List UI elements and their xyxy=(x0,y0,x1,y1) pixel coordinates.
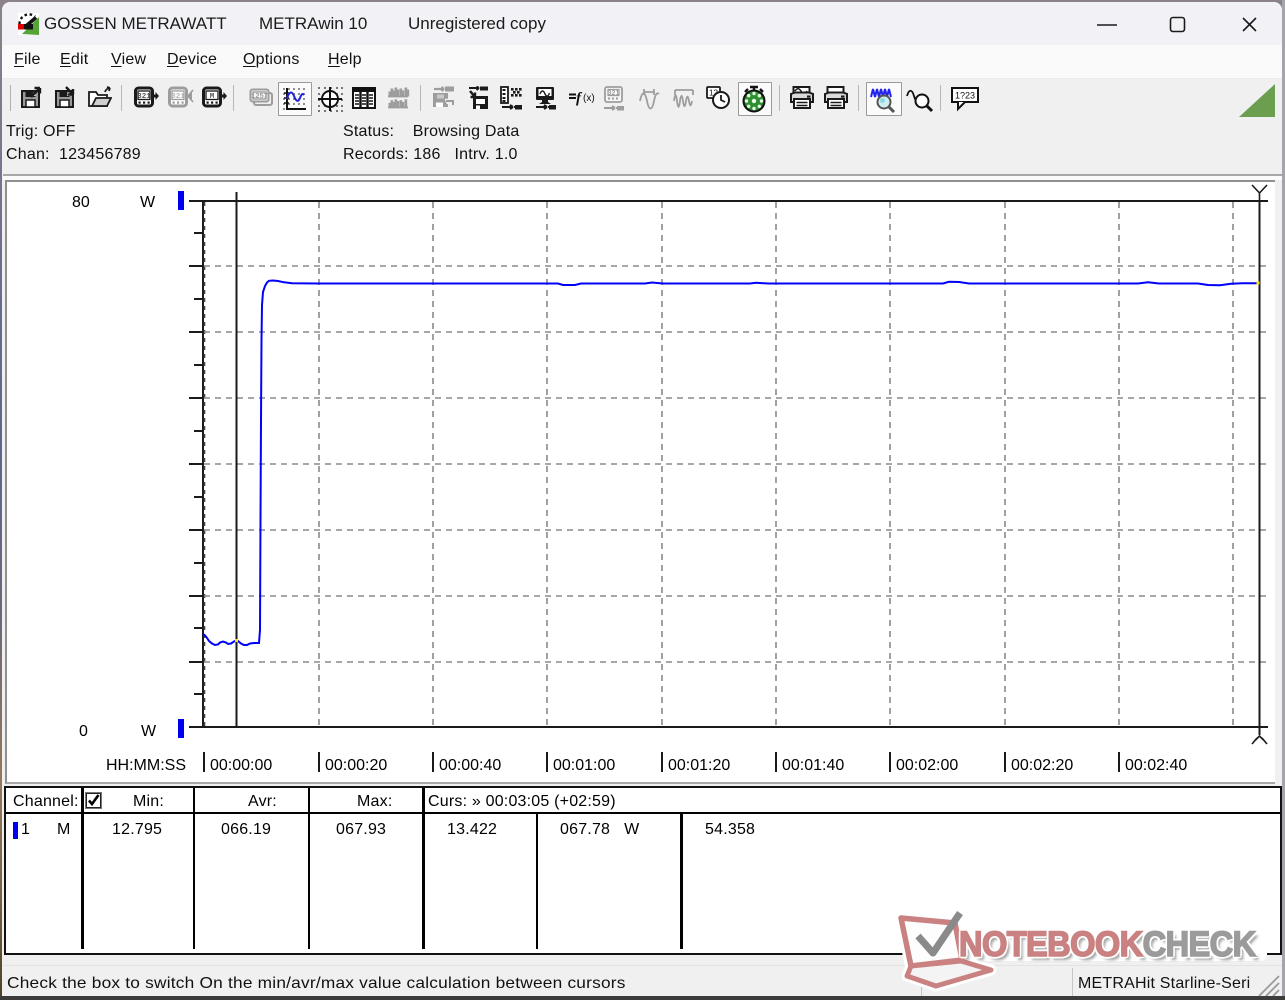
svg-text:M: M xyxy=(210,93,215,101)
svg-text:00:02:20: 00:02:20 xyxy=(1011,757,1073,774)
svg-text:W: W xyxy=(140,194,156,211)
svg-text:00:01:20: 00:01:20 xyxy=(668,757,730,774)
svg-text:00:01:40: 00:01:40 xyxy=(782,757,844,774)
svg-text:321: 321 xyxy=(608,90,620,97)
svg-text:00:00:40: 00:00:40 xyxy=(439,757,501,774)
svg-text:00:02:00: 00:02:00 xyxy=(896,757,958,774)
svg-text:80: 80 xyxy=(72,194,90,211)
svg-text:00:02:40: 00:02:40 xyxy=(1125,757,1187,774)
svg-text:0: 0 xyxy=(79,723,88,740)
svg-text:f: f xyxy=(576,91,583,107)
svg-text:321: 321 xyxy=(171,93,185,101)
svg-text:00:01:00: 00:01:00 xyxy=(553,757,615,774)
svg-text:W: W xyxy=(141,723,157,740)
svg-text:00:00:20: 00:00:20 xyxy=(325,757,387,774)
svg-text:1257: 1257 xyxy=(251,91,268,100)
svg-text:HH:MM:SS: HH:MM:SS xyxy=(106,757,186,774)
svg-text:1?23: 1?23 xyxy=(955,91,975,101)
svg-text:(x): (x) xyxy=(583,93,595,104)
svg-text:00:00:00: 00:00:00 xyxy=(210,757,272,774)
svg-text:321: 321 xyxy=(137,93,151,101)
